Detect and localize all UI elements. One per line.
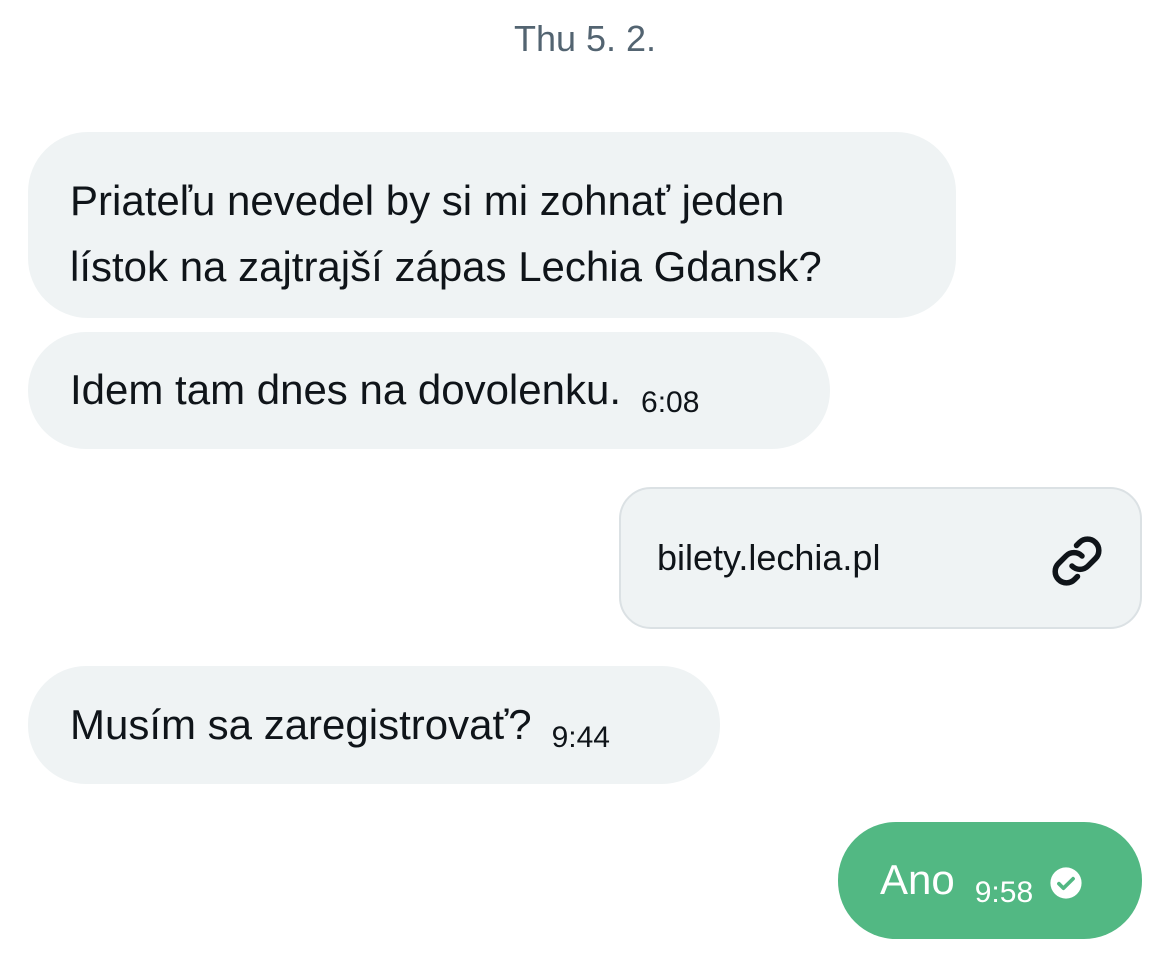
message-text: Ano — [880, 856, 955, 903]
message-bubble-incoming[interactable]: Priateľu nevedel by si mi zohnať jeden l… — [28, 132, 956, 318]
link-icon — [1052, 536, 1102, 586]
link-url[interactable]: bilety.lechia.pl — [657, 537, 880, 579]
message-text: Musím sa zaregistrovať? — [70, 701, 532, 748]
read-check-icon — [1050, 867, 1082, 899]
message-timestamp: 9:58 — [974, 876, 1034, 909]
link-card[interactable]: bilety.lechia.pl — [619, 487, 1142, 629]
message-text: Idem tam dnes na dovolenku. — [70, 366, 622, 413]
message-timestamp: 6:08 — [641, 386, 700, 419]
date-separator: Thu 5. 2. — [513, 18, 657, 59]
message-text-line: Priateľu nevedel by si mi zohnať jeden — [70, 177, 785, 224]
message-bubble-incoming[interactable]: Musím sa zaregistrovať? 9:44 — [28, 666, 720, 784]
message-text-line: lístok na zajtrajší zápas Lechia Gdansk? — [70, 243, 822, 290]
message-timestamp: 9:44 — [551, 721, 610, 754]
message-bubble-outgoing[interactable]: Ano 9:58 — [838, 822, 1142, 939]
message-bubble-incoming[interactable]: Idem tam dnes na dovolenku. 6:08 — [28, 332, 830, 449]
